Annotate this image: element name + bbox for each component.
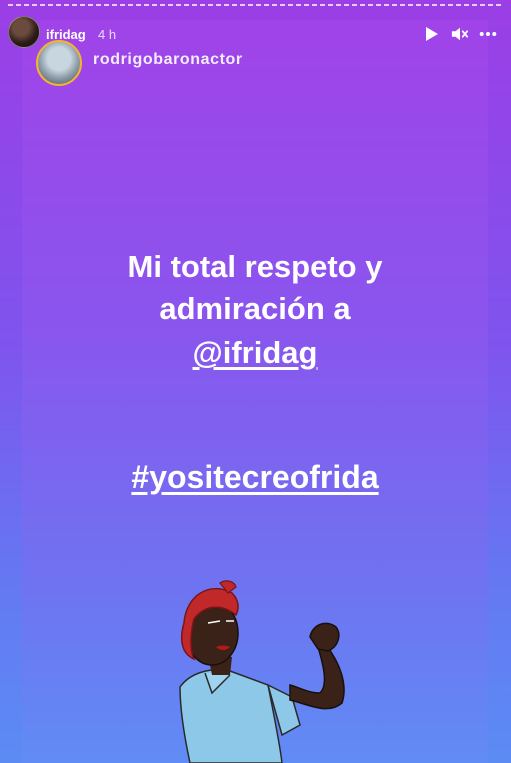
story-viewer: ifridag 4 h rodrigobaronactor Mi total r… <box>0 0 511 763</box>
story-hashtag[interactable]: #yositecreofrida <box>60 459 450 496</box>
story-text-line-1: Mi total respeto y <box>127 249 383 284</box>
story-progress-bar <box>8 4 503 6</box>
more-options-icon[interactable] <box>479 25 497 43</box>
avatar[interactable] <box>8 16 40 48</box>
story-mention[interactable]: @ifridag <box>60 332 450 374</box>
repost-avatar[interactable] <box>36 40 82 86</box>
story-header: ifridag 4 h <box>0 16 511 52</box>
woman-flexing-sticker <box>179 580 345 763</box>
story-timestamp: 4 h <box>98 27 117 42</box>
story-username[interactable]: ifridag <box>46 27 86 42</box>
story-controls <box>423 24 497 44</box>
story-text-line-2: admiración a <box>159 291 351 326</box>
mention-link[interactable]: @ifridag <box>193 335 318 370</box>
play-icon[interactable] <box>423 25 441 43</box>
repost-username[interactable]: rodrigobaronactor <box>93 51 243 69</box>
mute-icon[interactable] <box>451 25 469 43</box>
